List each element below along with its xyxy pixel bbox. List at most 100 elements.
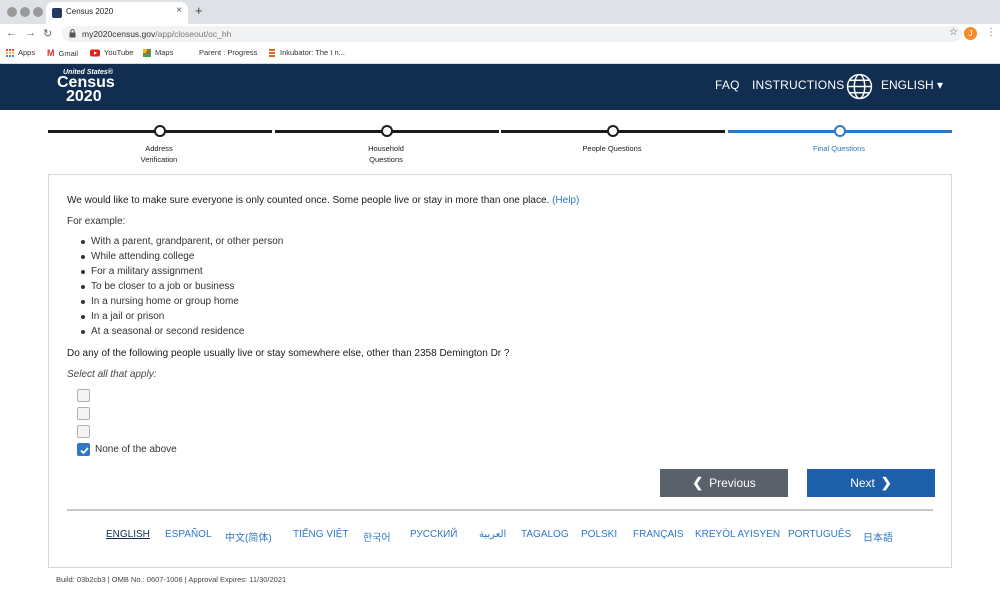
bookmark-label: Inkubator: The I n... xyxy=(280,48,345,57)
omb-number: OMB No.: 0607-1006 xyxy=(111,575,183,584)
checkmark-icon xyxy=(80,447,89,455)
minimize-window-icon[interactable] xyxy=(20,7,30,17)
profile-avatar[interactable]: J xyxy=(964,27,977,40)
person-checkbox-2[interactable] xyxy=(77,407,90,420)
bookmark-gmail[interactable]: M Gmail xyxy=(47,48,78,58)
question-text: Do any of the following people usually l… xyxy=(67,348,510,359)
intro-text: We would like to make sure everyone is o… xyxy=(67,195,579,206)
census-favicon-icon xyxy=(52,8,62,18)
chevron-right-icon: ❯ xyxy=(880,475,892,490)
step-dot-address xyxy=(154,125,166,137)
question-card: We would like to make sure everyone is o… xyxy=(48,174,952,568)
bookmark-label: Parent : Progress xyxy=(199,48,258,57)
bookmark-inkubator[interactable]: Inkubator: The I n... xyxy=(268,48,345,57)
bookmark-apps[interactable]: Apps xyxy=(6,48,35,57)
inkubator-icon xyxy=(269,48,275,57)
step-label-people: People Questions xyxy=(582,144,642,153)
bookmark-youtube[interactable]: YouTube xyxy=(90,48,133,57)
previous-label: Previous xyxy=(709,476,756,490)
lang-arabic[interactable]: العربية xyxy=(479,529,506,540)
build-info: Build: 03b2cb3 | OMB No.: 0607-1006 | Ap… xyxy=(56,575,286,584)
none-of-the-above-label[interactable]: None of the above xyxy=(95,444,177,455)
lang-japanese[interactable]: 日本語 xyxy=(863,529,893,544)
lang-portuguese[interactable]: PORTUGUÊS xyxy=(788,529,851,540)
example-list: With a parent, grandparent, or other per… xyxy=(80,236,283,341)
census-2020-logo[interactable]: United States® Census 2020 xyxy=(57,69,115,105)
person-checkbox-1[interactable] xyxy=(77,389,90,402)
url-path: /app/closeout/oc_hh xyxy=(155,29,232,39)
bookmark-label: Maps xyxy=(155,48,174,57)
address-bar[interactable]: my2020census.gov/app/closeout/oc_hh ☆ xyxy=(62,26,962,42)
browser-menu-icon[interactable]: ⋮ xyxy=(986,27,996,38)
lang-chinese[interactable]: 中文(简体) xyxy=(225,529,272,544)
list-item: To be closer to a job or business xyxy=(80,281,283,296)
separator: | xyxy=(184,575,187,584)
progress-steps: Address Verification Household Questions… xyxy=(48,124,952,164)
bookmark-star-icon[interactable]: ☆ xyxy=(949,27,958,38)
lang-english[interactable]: ENGLISH xyxy=(106,529,150,540)
bookmarks-bar: Apps M Gmail YouTube Maps Parent : Progr… xyxy=(0,44,1000,64)
back-icon[interactable]: ← xyxy=(6,27,17,39)
step-dot-people xyxy=(607,125,619,137)
lock-icon xyxy=(69,29,76,38)
tab-title: Census 2020 xyxy=(66,7,114,16)
bookmark-label: Apps xyxy=(18,48,36,57)
step-dot-final xyxy=(834,125,846,137)
intro-statement: We would like to make sure everyone is o… xyxy=(67,195,550,206)
lang-polish[interactable]: POLSKI xyxy=(581,529,617,540)
lang-vietnamese[interactable]: TIẾNG VIỆT xyxy=(293,529,349,540)
url-host: my2020census.gov xyxy=(82,29,156,39)
divider xyxy=(67,509,933,511)
none-of-the-above-checkbox[interactable] xyxy=(77,443,90,456)
reload-icon[interactable]: ↻ xyxy=(43,27,52,40)
list-item: In a jail or prison xyxy=(80,311,283,326)
language-dropdown[interactable]: ENGLISH ▾ xyxy=(881,78,943,92)
next-button[interactable]: Next ❯ xyxy=(807,469,935,497)
select-hint: Select all that apply: xyxy=(67,369,157,380)
url-text: my2020census.gov/app/closeout/oc_hh xyxy=(82,29,231,39)
bookmark-label: Gmail xyxy=(58,48,79,58)
chevron-left-icon: ❮ xyxy=(692,475,704,490)
list-item: While attending college xyxy=(80,251,283,266)
browser-tab[interactable]: Census 2020 × xyxy=(46,2,188,24)
bookmark-maps[interactable]: Maps xyxy=(143,48,173,57)
close-tab-icon[interactable]: × xyxy=(176,5,182,16)
new-tab-icon[interactable]: + xyxy=(195,3,203,18)
step-label-household: Household Questions xyxy=(368,144,404,164)
maximize-window-icon[interactable] xyxy=(33,7,43,17)
step-dot-household xyxy=(381,125,393,137)
bookmark-label: YouTube xyxy=(104,48,134,57)
globe-icon[interactable] xyxy=(846,73,873,100)
close-window-icon[interactable] xyxy=(7,7,17,17)
browser-tabstrip: Census 2020 × + xyxy=(0,0,1000,24)
person-checkbox-3[interactable] xyxy=(77,425,90,438)
approval-expires: Approval Expires: 11/30/2021 xyxy=(188,575,287,584)
example-heading: For example: xyxy=(67,216,126,227)
list-item: At a seasonal or second residence xyxy=(80,326,283,341)
lang-korean[interactable]: 한국어 xyxy=(363,529,391,544)
apps-grid-icon xyxy=(6,48,14,57)
build-number: Build: 03b2cb3 xyxy=(56,575,106,584)
next-label: Next xyxy=(850,476,875,490)
logo-year: 2020 xyxy=(66,87,102,105)
instructions-link[interactable]: INSTRUCTIONS xyxy=(752,78,844,92)
faq-link[interactable]: FAQ xyxy=(715,78,740,92)
forward-icon[interactable]: → xyxy=(25,27,36,39)
maps-icon xyxy=(143,48,151,57)
list-item: For a military assignment xyxy=(80,266,283,281)
gmail-icon: M xyxy=(47,48,55,58)
youtube-icon xyxy=(90,49,100,56)
lang-tagalog[interactable]: TAGALOG xyxy=(521,529,569,540)
step-label-final: Final Questions xyxy=(812,144,866,153)
separator: | xyxy=(107,575,110,584)
lang-russian[interactable]: РУССКИЙ xyxy=(410,529,457,540)
lang-french[interactable]: FRANÇAIS xyxy=(633,529,684,540)
browser-toolbar: ← → ↻ my2020census.gov/app/closeout/oc_h… xyxy=(0,24,1000,44)
lang-kreyol[interactable]: KREYÒL AYISYEN xyxy=(695,529,780,540)
bookmark-parent-progress[interactable]: Parent : Progress xyxy=(199,48,257,57)
list-item: In a nursing home or group home xyxy=(80,296,283,311)
help-link[interactable]: (Help) xyxy=(552,195,579,206)
step-label-address: Address Verification xyxy=(140,144,178,164)
previous-button[interactable]: ❮ Previous xyxy=(660,469,788,497)
lang-espanol[interactable]: ESPAÑOL xyxy=(165,529,212,540)
